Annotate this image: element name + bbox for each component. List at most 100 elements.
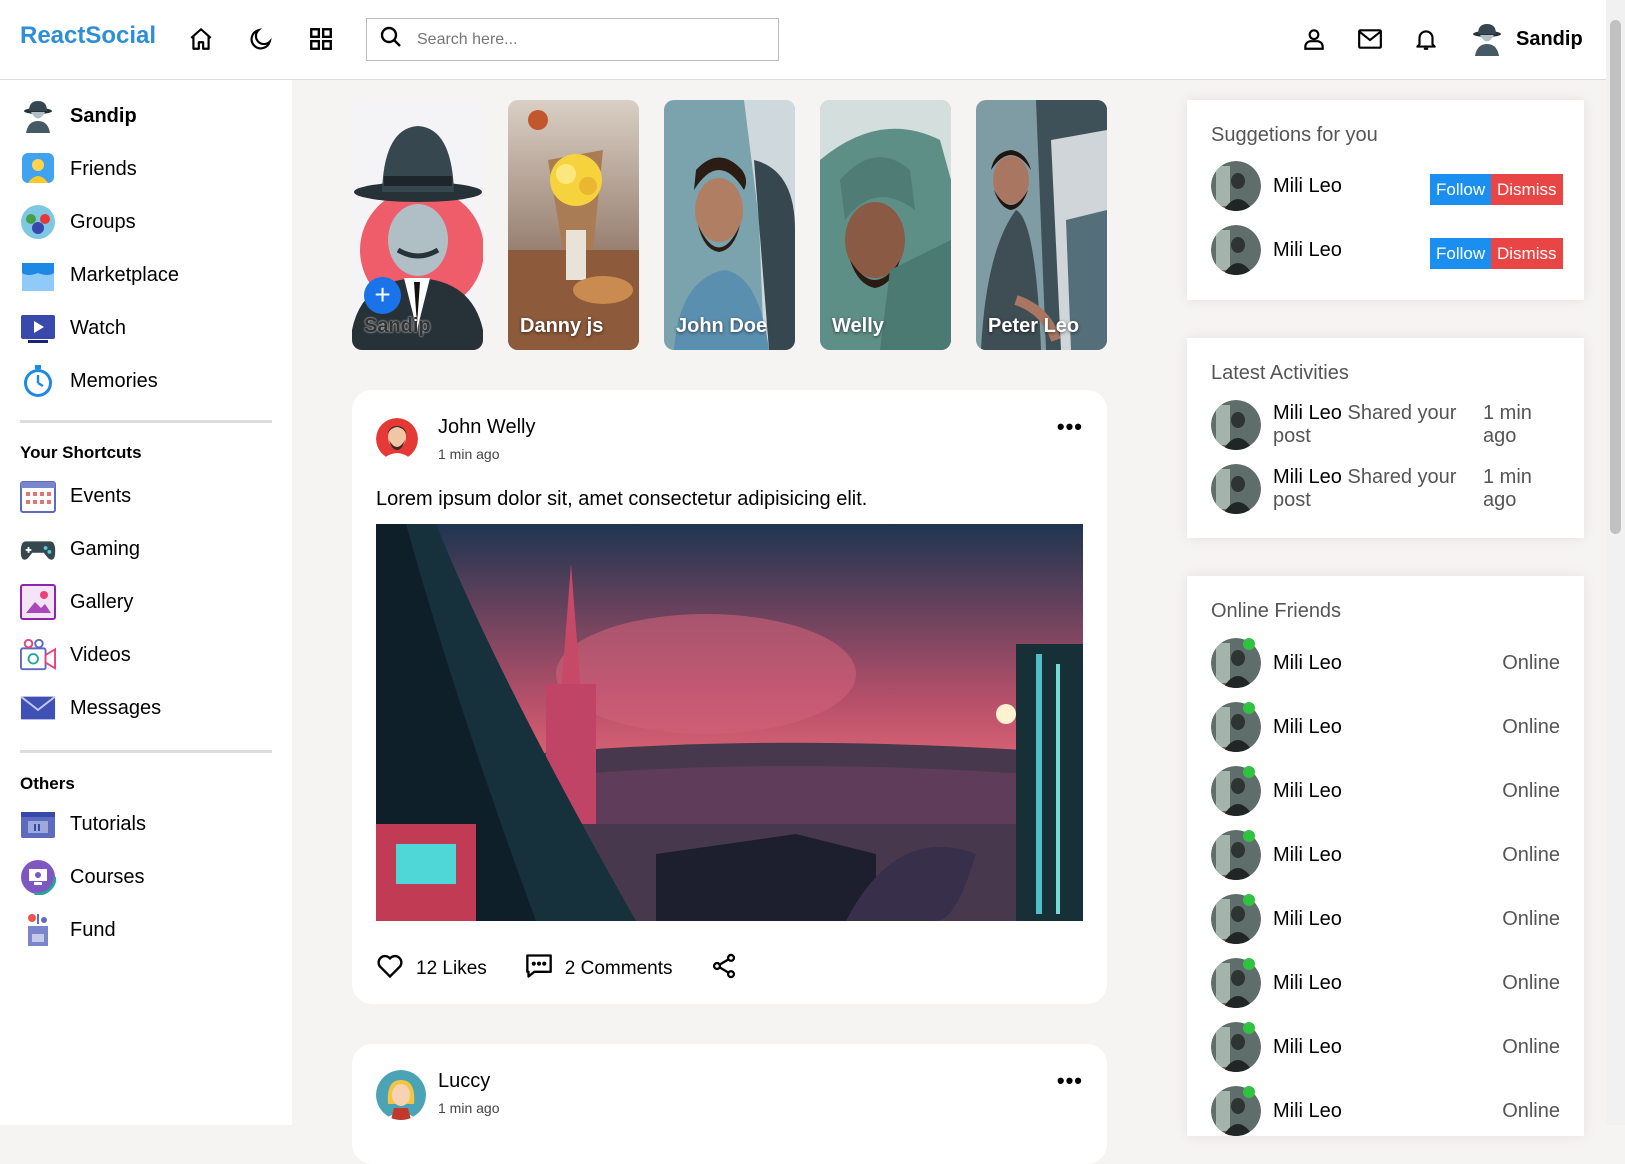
sidebar-item-label: Tutorials — [70, 812, 146, 835]
sidebar-item-label: Friends — [70, 157, 137, 180]
share-button[interactable] — [710, 952, 738, 986]
story-card[interactable]: John Doe — [664, 100, 795, 350]
story-card[interactable]: Welly — [820, 100, 951, 350]
online-friend-row[interactable]: Mili Leo Online — [1211, 702, 1560, 752]
profile-icon[interactable] — [1299, 24, 1329, 54]
notifications-icon[interactable] — [1411, 24, 1441, 54]
sidebar-item-label: Events — [70, 484, 132, 507]
online-friend-row[interactable]: Mili Leo Online — [1211, 638, 1560, 688]
story-name: Sandip — [364, 315, 431, 337]
groups-icon — [20, 204, 56, 240]
online-friend-name[interactable]: Mili Leo — [1273, 780, 1342, 803]
friends-icon — [20, 151, 56, 187]
online-status-dot — [1243, 894, 1255, 906]
story-image — [976, 100, 1107, 350]
search-bar — [366, 18, 779, 61]
dismiss-button[interactable]: Dismiss — [1491, 174, 1563, 205]
story-card-own[interactable]: + Sandip — [352, 100, 483, 350]
sidebar-item-tutorials[interactable]: Tutorials — [20, 806, 146, 842]
more-options-icon[interactable]: ••• — [1057, 414, 1083, 440]
gallery-icon — [20, 584, 56, 620]
latest-activities-card: Latest Activities Mili Leo Shared your p… — [1187, 338, 1584, 538]
suggestion-name[interactable]: Mili Leo — [1273, 175, 1342, 198]
suggestion-row: Mili Leo Follow Dismiss — [1211, 161, 1563, 211]
post-card: John Welly 1 min ago ••• Lorem ipsum dol… — [352, 390, 1107, 1004]
online-status: Online — [1502, 715, 1560, 738]
online-friend-row[interactable]: Mili Leo Online — [1211, 894, 1560, 944]
post-image[interactable] — [376, 524, 1083, 921]
sidebar-item-memories[interactable]: Memories — [20, 363, 158, 399]
avatar[interactable] — [1211, 161, 1261, 211]
online-friend-row[interactable]: Mili Leo Online — [1211, 1022, 1560, 1072]
like-button[interactable]: 12 Likes — [376, 953, 487, 985]
online-friend-row[interactable]: Mili Leo Online — [1211, 830, 1560, 880]
dark-mode-icon[interactable] — [246, 24, 276, 54]
online-friend-name[interactable]: Mili Leo — [1273, 716, 1342, 739]
heart-icon — [376, 953, 404, 985]
online-friend-name[interactable]: Mili Leo — [1273, 908, 1342, 931]
activity-time: 1 min ago — [1483, 466, 1532, 511]
page-scrollbar[interactable] — [1606, 0, 1625, 1125]
sidebar-item-fund[interactable]: Fund — [20, 912, 116, 948]
avatar[interactable] — [1211, 464, 1261, 514]
online-status-dot — [1243, 1022, 1255, 1034]
story-image — [664, 100, 795, 350]
avatar[interactable] — [1211, 225, 1261, 275]
mail-icon[interactable] — [1355, 24, 1385, 54]
app-logo[interactable]: ReactSocial — [20, 22, 156, 50]
online-status-dot — [1243, 638, 1255, 650]
others-heading: Others — [20, 774, 75, 793]
home-icon[interactable] — [186, 24, 216, 54]
avatar[interactable] — [1211, 400, 1261, 450]
avatar[interactable] — [376, 1070, 426, 1120]
online-friend-row[interactable]: Mili Leo Online — [1211, 766, 1560, 816]
sidebar-item-friends[interactable]: Friends — [20, 151, 137, 187]
more-options-icon[interactable]: ••• — [1057, 1068, 1083, 1094]
follow-button[interactable]: Follow — [1430, 238, 1492, 269]
sidebar-item-watch[interactable]: Watch — [20, 310, 126, 346]
sidebar-item-events[interactable]: Events — [20, 478, 131, 514]
sidebar-item-marketplace[interactable]: Marketplace — [20, 257, 179, 293]
online-status-dot — [1243, 830, 1255, 842]
activity-user[interactable]: Mili Leo — [1273, 466, 1342, 488]
activity-row: Mili Leo Shared your post 1 min ago — [1211, 400, 1560, 450]
story-card[interactable]: Peter Leo — [976, 100, 1107, 350]
sidebar-item-videos[interactable]: Videos — [20, 637, 131, 673]
dismiss-button[interactable]: Dismiss — [1491, 238, 1563, 269]
online-friend-row[interactable]: Mili Leo Online — [1211, 958, 1560, 1008]
nav-user-menu[interactable]: Sandip — [1472, 22, 1583, 56]
sidebar-item-gallery[interactable]: Gallery — [20, 584, 133, 620]
search-icon — [379, 25, 403, 54]
avatar[interactable] — [376, 418, 418, 460]
activity-row: Mili Leo Shared your post 1 min ago — [1211, 464, 1560, 514]
post-author[interactable]: John Welly — [438, 416, 535, 439]
online-friend-name[interactable]: Mili Leo — [1273, 652, 1342, 675]
online-friend-name[interactable]: Mili Leo — [1273, 1100, 1342, 1123]
scrollbar-thumb[interactable] — [1610, 20, 1621, 534]
share-icon — [710, 952, 738, 986]
add-story-button[interactable]: + — [364, 277, 401, 314]
sidebar-item-gaming[interactable]: Gaming — [20, 531, 140, 567]
activity-user[interactable]: Mili Leo — [1273, 402, 1342, 424]
post-author[interactable]: Luccy — [438, 1070, 490, 1093]
story-card[interactable]: Danny js — [508, 100, 639, 350]
online-friend-row[interactable]: Mili Leo Online — [1211, 1086, 1560, 1136]
avatar-wrapper — [1211, 958, 1261, 1008]
sidebar-item-courses[interactable]: Courses — [20, 859, 144, 895]
apps-grid-icon[interactable] — [306, 24, 336, 54]
online-friend-name[interactable]: Mili Leo — [1273, 1036, 1342, 1059]
online-friend-name[interactable]: Mili Leo — [1273, 972, 1342, 995]
sidebar-item-profile[interactable]: Sandip — [20, 98, 137, 134]
sidebar-item-groups[interactable]: Groups — [20, 204, 136, 240]
sidebar-item-messages[interactable]: Messages — [20, 690, 161, 726]
follow-button[interactable]: Follow — [1430, 174, 1492, 205]
events-icon — [20, 478, 56, 514]
suggestion-name[interactable]: Mili Leo — [1273, 239, 1342, 262]
online-status: Online — [1502, 971, 1560, 994]
sidebar-item-label: Messages — [70, 696, 162, 719]
online-status: Online — [1502, 907, 1560, 930]
comments-button[interactable]: 2 Comments — [525, 953, 672, 985]
online-friend-name[interactable]: Mili Leo — [1273, 844, 1342, 867]
search-input[interactable] — [417, 30, 747, 49]
sidebar-item-label: Courses — [70, 865, 145, 888]
